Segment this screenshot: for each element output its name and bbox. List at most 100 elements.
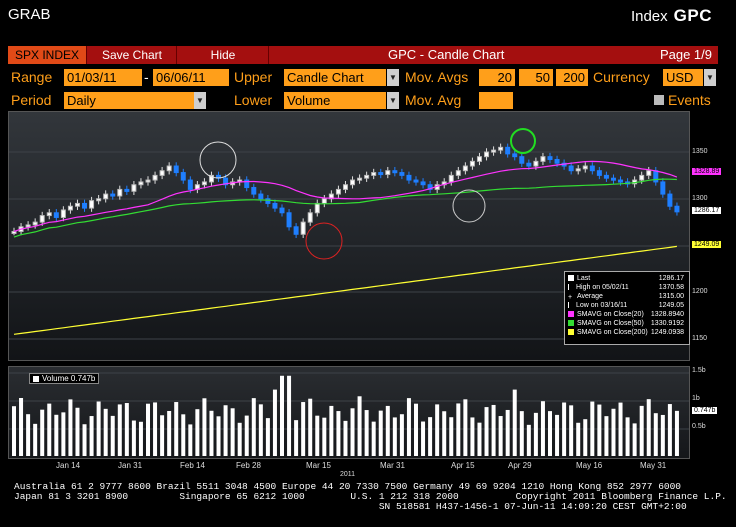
volume-bar (258, 404, 263, 456)
mov-avg-input[interactable] (479, 92, 513, 109)
upper-label: Upper (234, 69, 273, 85)
candle-body (364, 174, 370, 179)
volume-bar (632, 423, 637, 456)
volume-bar (498, 416, 503, 456)
security-header: Index GPC (631, 6, 712, 26)
volume-bar (230, 408, 235, 456)
range-end-input[interactable]: 06/06/11 (153, 69, 229, 86)
volume-legend: Volume 0.747b (29, 373, 100, 384)
x-axis-label: Apr 15 (451, 461, 475, 470)
ma3-input[interactable]: 200 (556, 69, 588, 86)
volume-bar (195, 409, 200, 456)
hide-button[interactable]: Hide (178, 46, 269, 64)
legend-row-low: Low on 03/16/11 1249.05 (568, 301, 686, 310)
volume-bar (160, 415, 165, 456)
x-axis-label: May 16 (576, 461, 603, 470)
volume-bar (569, 405, 574, 456)
volume-bar (202, 398, 207, 456)
x-axis-label: Feb 28 (236, 461, 261, 470)
annotation-circle (199, 141, 237, 179)
events-checkbox[interactable] (654, 95, 664, 105)
save-chart-button[interactable]: Save Chart (88, 46, 177, 64)
legend-row-average: + Average 1315.00 (568, 292, 686, 301)
legend-label: Last (577, 275, 591, 282)
volume-bar (442, 411, 447, 456)
volume-bar (322, 417, 327, 456)
legend-swatch (568, 275, 574, 282)
candle-body (293, 226, 299, 235)
candle-body (131, 184, 137, 192)
volume-bar (399, 414, 404, 456)
volume-bar (576, 422, 581, 456)
volume-bar (406, 398, 411, 456)
candle-body (138, 181, 144, 186)
volume-bar (103, 408, 108, 456)
price-tick: 1300 (692, 195, 708, 202)
volume-bar (68, 399, 73, 456)
candle-body (251, 187, 257, 195)
volume-bar (435, 404, 440, 456)
candle-body (89, 200, 95, 209)
candle-body (286, 212, 292, 228)
average-marker-icon: + (568, 294, 573, 302)
lower-label: Lower (234, 92, 273, 108)
volume-price-tag: 0.747b (692, 407, 718, 414)
candle-body (646, 170, 652, 176)
candle-body (399, 172, 405, 176)
ticker-label: GPC (673, 6, 712, 25)
upper-dropdown-icon[interactable]: ▼ (387, 69, 399, 86)
currency-select[interactable]: USD (663, 69, 703, 86)
period-dropdown-icon[interactable]: ▼ (194, 92, 206, 109)
volume-tick: 0.5b (692, 423, 706, 430)
volume-bar (449, 417, 454, 456)
volume-bar (512, 389, 517, 456)
volume-bar (40, 409, 45, 456)
ma1-input[interactable]: 20 (479, 69, 515, 86)
volume-bar (604, 416, 609, 456)
lower-dropdown-icon[interactable]: ▼ (387, 92, 399, 109)
ma2-input[interactable]: 50 (519, 69, 553, 86)
volume-bar (287, 375, 292, 456)
legend-value: 1315.00 (658, 293, 684, 300)
candle-body (180, 172, 186, 181)
candle-body (498, 146, 504, 151)
x-axis-label: May 31 (640, 461, 667, 470)
spx-index-button[interactable]: SPX INDEX (8, 46, 87, 64)
candle-body (420, 181, 426, 186)
volume-legend-label: Volume 0.747b (42, 374, 96, 383)
candle-body (512, 153, 518, 158)
candle-body (53, 212, 59, 218)
volume-bar (26, 414, 31, 456)
last-price-tag: 1286.17 (692, 207, 722, 214)
volume-bar (590, 401, 595, 456)
volume-chart-panel[interactable]: Volume 0.747b (8, 366, 690, 459)
volume-bar (463, 399, 468, 456)
candle-body (335, 188, 341, 195)
candle-body (533, 160, 539, 167)
volume-bar (265, 418, 270, 456)
legend-row-last: Last 1286.17 (568, 274, 686, 283)
candle-body (526, 162, 532, 167)
currency-dropdown-icon[interactable]: ▼ (704, 69, 716, 86)
legend-swatch (568, 320, 574, 327)
range-start-input[interactable]: 01/03/11 (64, 69, 142, 86)
candle-body (357, 177, 363, 181)
candle-body (46, 212, 52, 217)
legend-label: SMAVG on Close(200) (577, 329, 648, 336)
candle-body (568, 165, 574, 172)
volume-bar (364, 410, 369, 456)
candle-body (11, 230, 17, 234)
x-axis-year: 2011 (340, 471, 356, 478)
ma200-price-tag: 1249.09 (692, 241, 722, 248)
volume-chart[interactable] (9, 367, 689, 458)
period-select[interactable]: Daily (64, 92, 194, 109)
lower-select[interactable]: Volume (284, 92, 386, 109)
volume-bar (562, 402, 567, 456)
mov-avg-label: Mov. Avg (405, 92, 462, 108)
candle-body (159, 170, 165, 176)
candle-body (505, 146, 511, 155)
upper-select[interactable]: Candle Chart (284, 69, 386, 86)
price-tick: 1150 (692, 335, 708, 342)
candle-body (67, 205, 73, 211)
legend-swatch (568, 329, 574, 336)
